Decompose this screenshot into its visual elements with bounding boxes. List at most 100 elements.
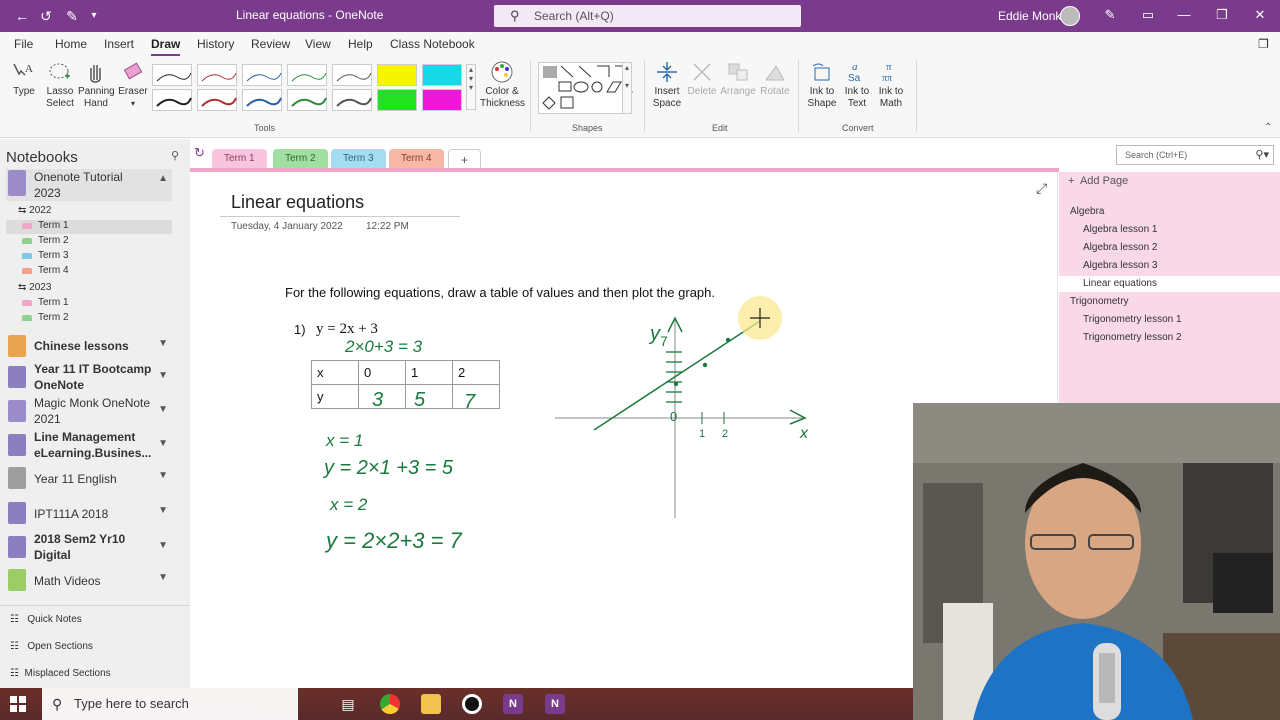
delete-button[interactable]: Delete [686, 60, 718, 98]
pen-blue-thick[interactable] [242, 89, 282, 111]
highlighter-yellow[interactable] [377, 64, 417, 86]
undo-icon[interactable]: ↺ [36, 6, 56, 26]
menu-home[interactable]: Home [55, 37, 87, 51]
pen-gray-thin[interactable] [332, 64, 372, 86]
notebook-2018-sem2[interactable]: 2018 Sem2 Yr10 Digital ▼ [6, 531, 172, 563]
back-icon[interactable]: ← [12, 6, 32, 26]
task-view-icon[interactable]: ▤ [338, 694, 358, 714]
onenote-window-icon[interactable]: N [545, 694, 565, 714]
table-cell[interactable]: x [311, 360, 359, 385]
menu-class-notebook[interactable]: Class Notebook [390, 37, 475, 51]
ribbon-display-icon[interactable]: ▭ [1136, 4, 1160, 26]
panning-hand-button[interactable]: Panning Hand [78, 60, 115, 110]
tab-term-3[interactable]: Term 3 [331, 149, 386, 169]
notebook-onenote-tutorial[interactable]: Onenote Tutorial 2023 ▲ [6, 169, 172, 201]
windows-start-icon[interactable] [10, 696, 26, 712]
pen-green-thin[interactable] [287, 64, 327, 86]
ink-to-text-button[interactable]: a Sa Ink to Text [840, 60, 874, 110]
pen-green-thick[interactable] [287, 89, 327, 111]
taskbar-search-input[interactable]: ⚲ Type here to search [42, 688, 298, 720]
shapes-gallery[interactable] [538, 62, 633, 114]
menu-review[interactable]: Review [251, 37, 290, 51]
pen-gray-thick[interactable] [332, 89, 372, 111]
chevron-down-icon[interactable]: ▼ [158, 505, 168, 516]
eraser-button[interactable]: Eraser ▾ [116, 60, 150, 110]
ink-to-math-button[interactable]: π ππ Ink to Math [874, 60, 908, 110]
customize-chevron-icon[interactable]: ▾ [84, 6, 104, 26]
pen-icon[interactable]: ✎ [62, 6, 82, 26]
table-cell[interactable] [358, 384, 406, 409]
page-item-trigonometry-lesson-1[interactable]: Trigonometry lesson 1 [1083, 314, 1182, 325]
ink-to-shape-button[interactable]: Ink to Shape [804, 60, 840, 110]
pen-red-thin[interactable] [197, 64, 237, 86]
eraser-chevron-icon[interactable]: ▾ [131, 99, 135, 108]
user-name[interactable]: Eddie Monk [998, 9, 1061, 23]
chrome-icon[interactable] [380, 694, 400, 714]
expand-icon[interactable]: ⤢ [1036, 180, 1050, 196]
close-button[interactable]: ✕ [1248, 4, 1272, 26]
notebook-year-11-it[interactable]: Year 11 IT Bootcamp OneNote ▼ [6, 361, 172, 393]
page-item-algebra-lesson-1[interactable]: Algebra lesson 1 [1083, 224, 1158, 235]
sync-icon[interactable]: ↻ [194, 145, 205, 161]
pen-blue-thin[interactable] [242, 64, 282, 86]
page-item-algebra-lesson-2[interactable]: Algebra lesson 2 [1083, 242, 1158, 253]
tab-term-2[interactable]: Term 2 [273, 149, 328, 169]
type-button[interactable]: A Type [8, 60, 40, 98]
table-cell[interactable]: 2 [452, 360, 500, 385]
pin-icon[interactable]: ⚲ [171, 149, 179, 162]
highlighter-cyan[interactable] [422, 64, 462, 86]
chevron-down-icon[interactable]: ▼ [158, 470, 168, 481]
chevron-down-icon[interactable]: ▼ [158, 404, 168, 415]
tab-term-4[interactable]: Term 4 [389, 149, 444, 169]
chevron-down-icon[interactable]: ▼ [158, 338, 168, 349]
pens-scroll-icon[interactable]: ▴ ▾ ▾ [466, 64, 476, 110]
pen-red-thick[interactable] [197, 89, 237, 111]
page-item-linear-equations[interactable]: Linear equations [1059, 276, 1280, 292]
add-section-button[interactable]: + [448, 149, 482, 169]
file-explorer-icon[interactable] [421, 694, 441, 714]
chevron-down-icon[interactable]: ▼ [158, 572, 168, 583]
recorder-icon[interactable] [462, 694, 482, 714]
search-icon[interactable]: ⚲▾ [1255, 146, 1269, 164]
avatar[interactable] [1060, 6, 1080, 26]
chevron-down-icon[interactable]: ▼ [158, 370, 168, 381]
page-title[interactable]: Linear equations [231, 192, 364, 213]
maximize-button[interactable]: ❐ [1210, 4, 1234, 26]
quick-notes-link[interactable]: ☷ Quick Notes [10, 614, 82, 625]
pen-black-thick[interactable] [152, 89, 192, 111]
collapse-ribbon-icon[interactable]: ⌃ [1264, 122, 1272, 133]
chevron-up-icon[interactable]: ▲ [158, 173, 168, 184]
table-cell[interactable]: 1 [405, 360, 453, 385]
pen-black-thin[interactable] [152, 64, 192, 86]
search-box[interactable]: ⚲ Search (Alt+Q) [494, 5, 801, 27]
notebook-magic-monk[interactable]: Magic Monk OneNote 2021 ▼ [6, 395, 172, 427]
shapes-scroll-icon[interactable]: ▴ ▾ [622, 62, 632, 114]
table-cell[interactable]: 0 [358, 360, 406, 385]
notebook-line-management[interactable]: Line Management eLearning.Busines... ▼ [6, 429, 172, 461]
rotate-button[interactable]: Rotate [758, 60, 792, 98]
values-table[interactable]: x 0 1 2 y [311, 360, 500, 409]
lasso-select-button[interactable]: Lasso Select [42, 60, 78, 110]
menu-history[interactable]: History [197, 37, 234, 51]
chevron-down-icon[interactable]: ▼ [158, 438, 168, 449]
section-group-2023[interactable]: ⇆ 2023 [18, 282, 51, 293]
minimize-button[interactable]: — [1172, 4, 1196, 26]
table-cell[interactable]: y [311, 384, 359, 409]
page-item-algebra[interactable]: Algebra [1070, 206, 1104, 217]
page-item-algebra-lesson-3[interactable]: Algebra lesson 3 [1083, 260, 1158, 271]
equation[interactable]: y = 2x + 3 [316, 321, 378, 338]
page-search-input[interactable]: Search (Ctrl+E) ⚲▾ [1116, 145, 1274, 165]
highlighter-magenta[interactable] [422, 89, 462, 111]
tab-term-1[interactable]: Term 1 [212, 149, 267, 169]
insert-space-button[interactable]: Insert Space [648, 60, 686, 110]
open-sections-link[interactable]: ☷ Open Sections [10, 641, 93, 652]
pen-settings-icon[interactable]: ✎ [1098, 4, 1122, 26]
onenote-icon[interactable]: N [503, 694, 523, 714]
notebook-ipt111a[interactable]: IPT111A 2018 ▼ [6, 501, 172, 527]
notebook-year-11-english[interactable]: Year 11 English ▼ [6, 466, 172, 492]
section-term-1-2022[interactable]: Term 1 [6, 220, 172, 234]
page-item-trigonometry[interactable]: Trigonometry [1070, 296, 1129, 307]
page-item-trigonometry-lesson-2[interactable]: Trigonometry lesson 2 [1083, 332, 1182, 343]
menu-help[interactable]: Help [348, 37, 373, 51]
highlighter-green[interactable] [377, 89, 417, 111]
